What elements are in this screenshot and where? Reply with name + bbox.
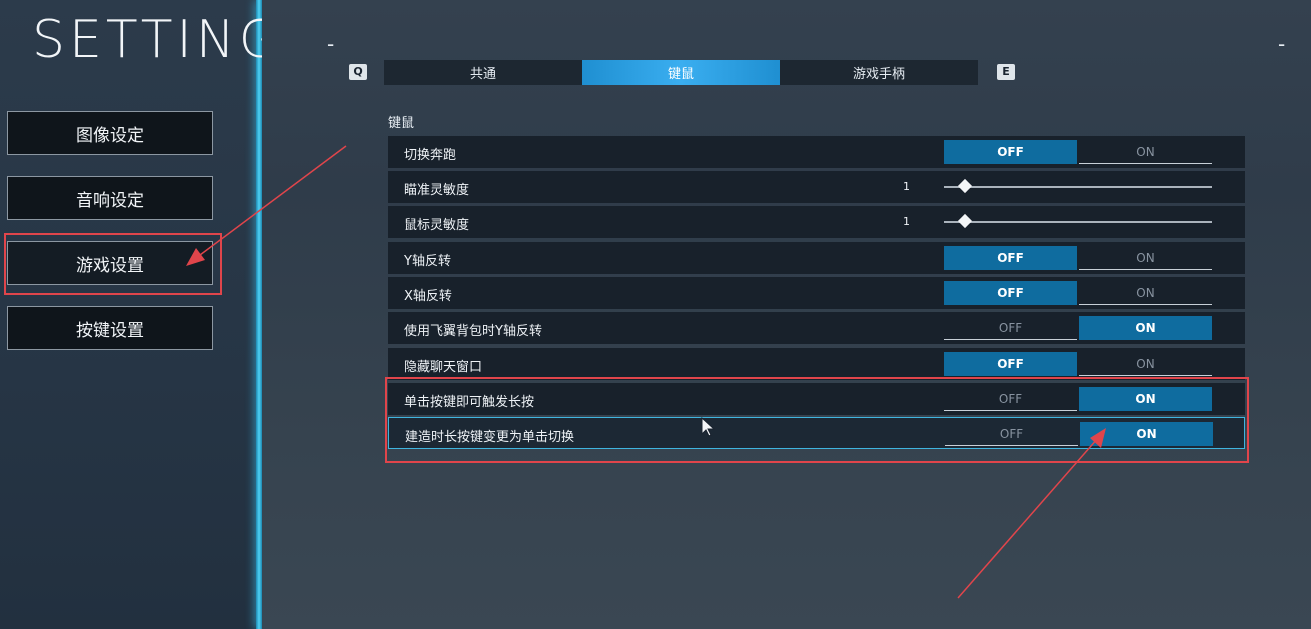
annotation-arrow-line-left xyxy=(195,145,347,259)
annotation-arrow-line-right xyxy=(957,437,1099,599)
annotation-arrowhead-left xyxy=(186,248,205,266)
annotation-arrows xyxy=(186,145,1106,599)
